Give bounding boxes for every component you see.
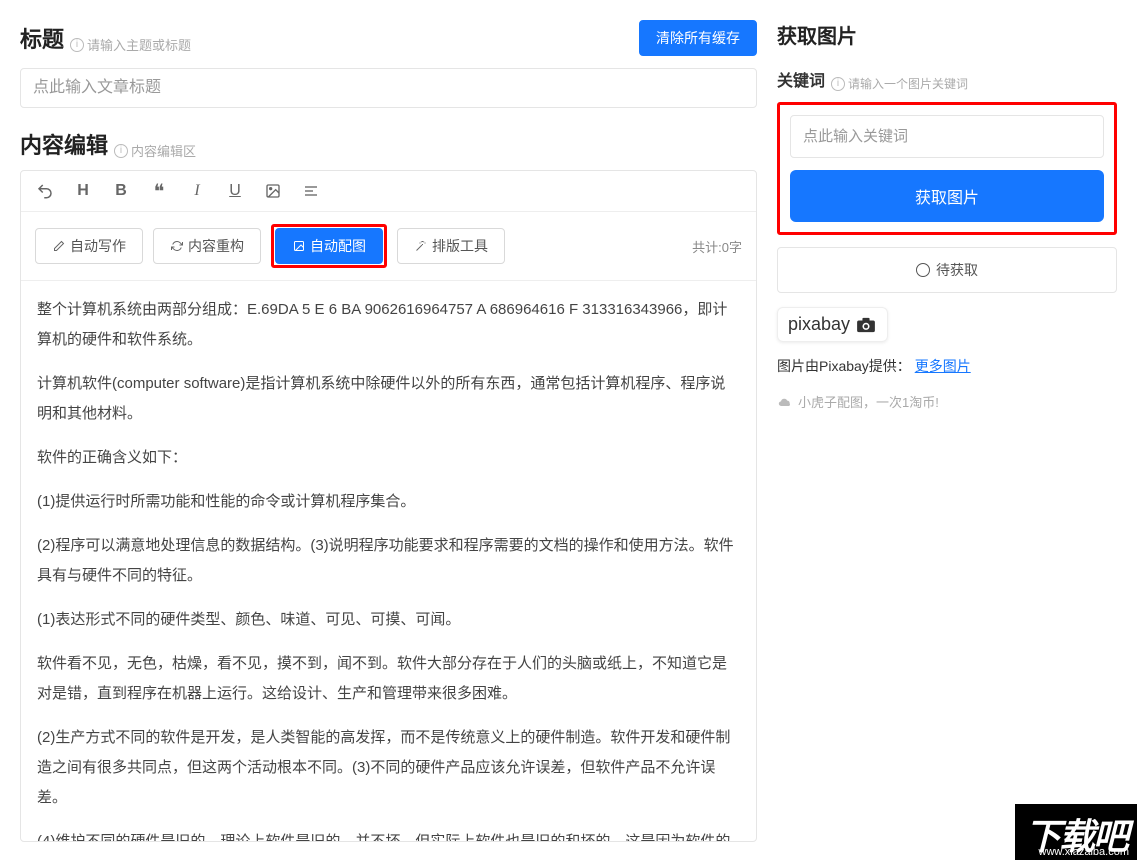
editor-box: H B ❝ I U 自动写作 [20,170,757,842]
content-paragraph: 软件的正确含义如下： [37,443,740,473]
image-icon[interactable] [263,181,283,201]
info-icon: i [831,77,845,91]
highlight-keyword-box: 获取图片 [777,102,1117,235]
content-editor[interactable]: 整个计算机系统由两部分组成：E.69DA 5 E 6 BA 9062616964… [21,281,756,841]
get-image-button[interactable]: 获取图片 [790,170,1104,222]
content-paragraph: (1)表达形式不同的硬件类型、颜色、味道、可见、可摸、可闻。 [37,605,740,635]
keyword-input[interactable] [790,115,1104,158]
bold-button[interactable]: B [111,181,131,201]
undo-icon[interactable] [35,181,55,201]
highlight-auto-image: 自动配图 [271,224,387,268]
content-paragraph: 整个计算机系统由两部分组成：E.69DA 5 E 6 BA 9062616964… [37,295,740,355]
content-section-header: 内容编辑 i 内容编辑区 [20,128,757,160]
auto-image-button[interactable]: 自动配图 [275,228,383,264]
image-credit: 图片由Pixabay提供： 更多图片 [777,356,1117,376]
layout-tool-button[interactable]: 排版工具 [397,228,505,264]
keyword-hint: i 请输入一个图片关键词 [831,75,968,92]
title-hint: i 请输入主题或标题 [70,35,191,54]
content-paragraph: (2)生产方式不同的软件是开发，是人类智能的高发挥，而不是传统意义上的硬件制造。… [37,723,740,813]
title-label: 标题 [20,22,64,54]
pending-status[interactable]: 待获取 [777,247,1117,293]
pencil-icon [52,239,66,253]
auto-write-button[interactable]: 自动写作 [35,228,143,264]
quote-button[interactable]: ❝ [149,181,169,201]
format-toolbar: H B ❝ I U [21,171,756,212]
cloud-icon [777,396,793,408]
title-section-header: 标题 i 请输入主题或标题 清除所有缓存 [20,20,757,56]
content-paragraph: (2)程序可以满意地处理信息的数据结构。(3)说明程序功能要求和程序需要的文档的… [37,531,740,591]
wand-icon [414,239,428,253]
underline-button[interactable]: U [225,181,245,201]
content-edit-hint: i 内容编辑区 [114,141,196,160]
word-count: 共计:0字 [692,237,742,256]
actions-toolbar: 自动写作 内容重构 自动配图 [21,212,756,281]
picture-icon [292,239,306,253]
content-paragraph: 计算机软件(computer software)是指计算机系统中除硬件以外的所有… [37,369,740,429]
circle-icon [916,263,930,277]
get-image-title: 获取图片 [777,26,857,48]
refresh-icon [170,239,184,253]
watermark: 下载吧 www.xiazaiba.com [1015,804,1137,860]
more-images-link[interactable]: 更多图片 [915,358,971,374]
cost-note: 小虎子配图，一次1淘币! [777,392,1117,411]
info-icon: i [70,38,84,52]
pixabay-logo-card: pixabay [777,307,888,342]
keyword-label: 关键词 [777,67,825,91]
info-icon: i [114,144,128,158]
content-paragraph: (1)提供运行时所需功能和性能的命令或计算机程序集合。 [37,487,740,517]
camera-icon [855,317,877,333]
content-paragraph: 软件看不见，无色，枯燥，看不见，摸不到，闻不到。软件大部分存在于人们的头脑或纸上… [37,649,740,709]
article-title-input[interactable] [20,68,757,108]
content-paragraph: (4)维护不同的硬件是旧的，理论上软件是旧的，并不坏，但实际上软件也是旧的和坏的… [37,827,740,841]
heading-button[interactable]: H [73,181,93,201]
italic-button[interactable]: I [187,181,207,201]
align-icon[interactable] [301,181,321,201]
clear-cache-button[interactable]: 清除所有缓存 [639,20,757,56]
content-edit-label: 内容编辑 [20,128,108,160]
rebuild-content-button[interactable]: 内容重构 [153,228,261,264]
